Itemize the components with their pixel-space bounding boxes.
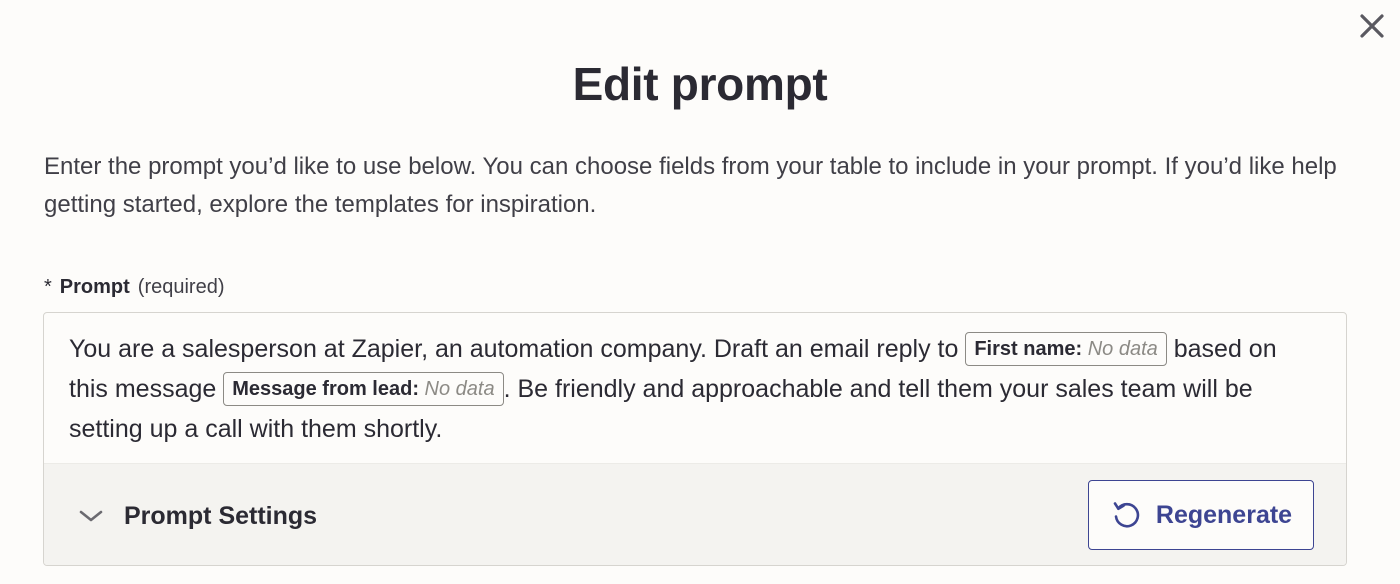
- field-chip-message-from-lead[interactable]: Message from lead: No data: [223, 372, 504, 406]
- dialog-description: Enter the prompt you’d like to use below…: [44, 153, 1337, 218]
- regenerate-button[interactable]: Regenerate: [1088, 480, 1314, 550]
- dialog-title: Edit prompt: [572, 58, 828, 110]
- regenerate-label: Regenerate: [1155, 500, 1293, 529]
- chip-key: First name:: [974, 338, 1083, 360]
- close-button[interactable]: [1356, 10, 1388, 42]
- field-chip-first-name[interactable]: First name: No data: [965, 332, 1167, 366]
- chip-key: Message from lead:: [232, 378, 419, 400]
- chip-value: No data: [424, 378, 495, 400]
- prompt-settings-label: Prompt Settings: [124, 501, 318, 530]
- chevron-down-icon: [79, 510, 103, 522]
- close-icon: [1360, 14, 1384, 38]
- prompt-settings-toggle[interactable]: Prompt Settings: [78, 498, 317, 534]
- prompt-settings-bar: Prompt Settings Regenerate: [44, 463, 1346, 565]
- prompt-label: Prompt: [59, 276, 130, 298]
- prompt-editor: You are a salesperson at Zapier, an auto…: [43, 312, 1347, 566]
- rotate-ccw-icon: [1113, 502, 1140, 528]
- required-marker: *: [44, 276, 52, 298]
- prompt-input[interactable]: You are a salesperson at Zapier, an auto…: [69, 329, 1309, 449]
- prompt-field-label: * Prompt (required): [44, 272, 225, 302]
- edit-prompt-dialog: Edit prompt Enter the prompt you’d like …: [0, 0, 1400, 584]
- required-text: (required): [137, 276, 225, 298]
- prompt-text-segment: You are a salesperson at Zapier, an auto…: [69, 335, 966, 363]
- chip-value: No data: [1087, 338, 1158, 360]
